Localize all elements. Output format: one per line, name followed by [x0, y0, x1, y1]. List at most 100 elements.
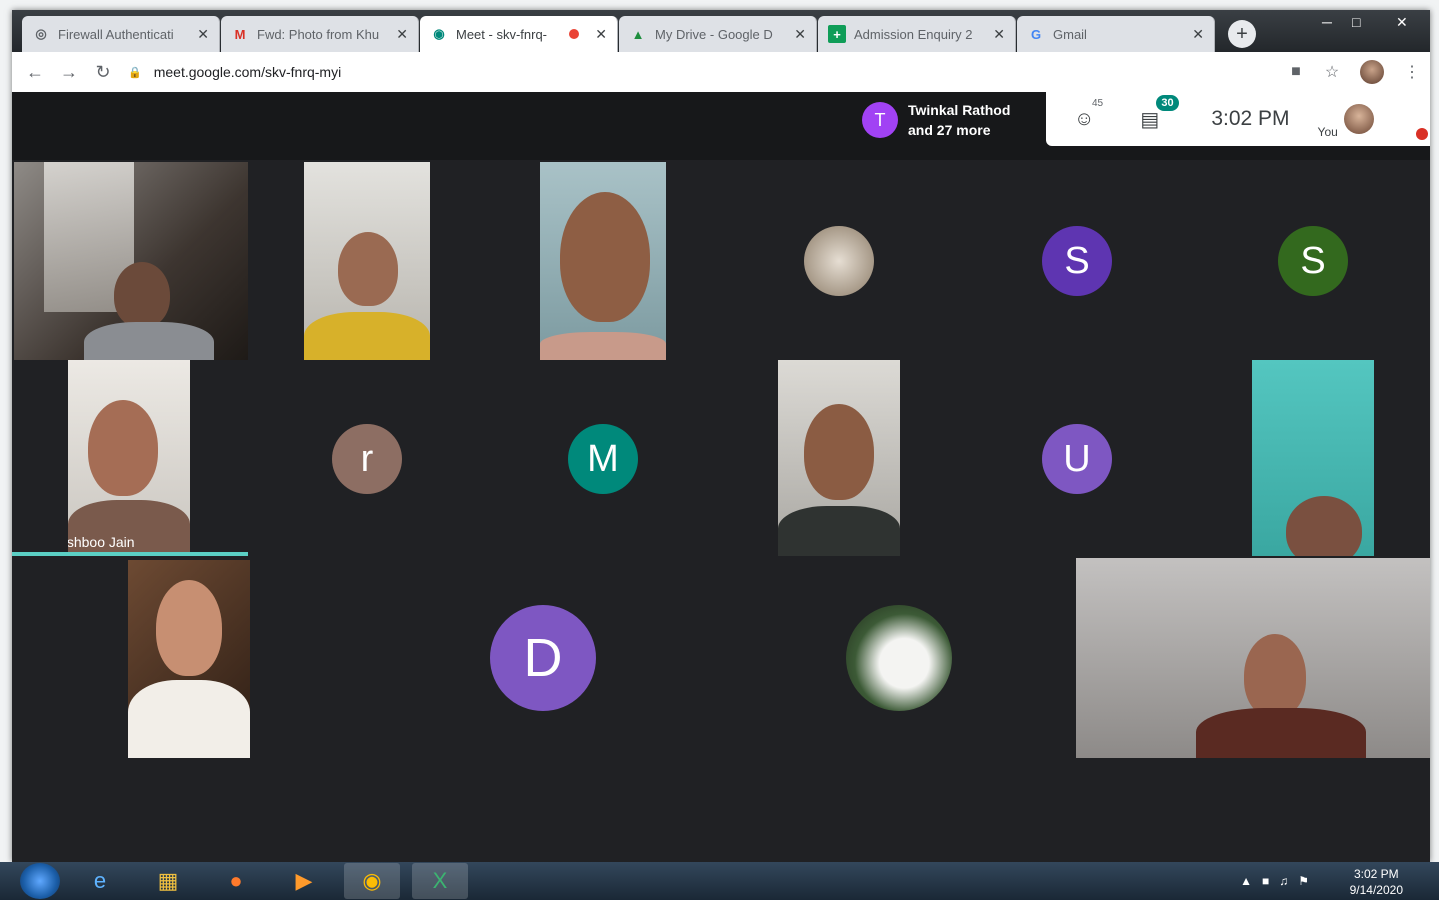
close-icon[interactable]: ✕	[396, 26, 408, 43]
participant-face	[338, 232, 398, 306]
close-icon[interactable]: ✕	[595, 26, 607, 43]
participant-photo-avatar[interactable]	[846, 605, 952, 711]
media-player-icon[interactable]: ▶	[276, 863, 332, 899]
chat-button[interactable]: ▤ 30	[1140, 94, 1179, 132]
reload-icon[interactable]: ↻	[86, 62, 120, 83]
maximize-button[interactable]: □	[1352, 14, 1360, 30]
menu-icon[interactable]: ⋮	[1394, 62, 1430, 82]
tab-firewall[interactable]: ◎ Firewall Authenticati ✕	[22, 16, 220, 52]
meeting-info-panel: ☺ 45 ▤ 30 3:02 PM You	[1046, 92, 1430, 146]
participant-body	[84, 322, 214, 360]
participant-body	[540, 332, 666, 360]
people-icon: ☺	[1074, 107, 1095, 130]
participant-video-tile[interactable]	[1076, 558, 1430, 758]
tab-label: Admission Enquiry 2	[854, 26, 973, 42]
participant-avatar[interactable]: S	[1042, 226, 1112, 296]
lock-icon: 🔒	[128, 66, 142, 79]
chat-count-badge: 30	[1156, 94, 1179, 111]
tab-gmail[interactable]: G Gmail ✕	[1017, 16, 1215, 52]
google-icon: G	[1030, 26, 1042, 42]
new-tab-button[interactable]: +	[1228, 20, 1256, 48]
tray-date: 9/14/2020	[1349, 883, 1403, 897]
tab-label: Meet - skv-fnrq-	[456, 26, 548, 42]
star-icon[interactable]: ☆	[1314, 62, 1350, 82]
sheets-icon: +	[828, 25, 846, 43]
minimize-button[interactable]: ─	[1322, 14, 1332, 30]
participant-face	[560, 192, 650, 322]
participant-face	[114, 262, 170, 328]
browser-toolbar: ← → ↻ 🔒 meet.google.com/skv-fnrq-myi ■ ☆…	[12, 52, 1430, 92]
close-icon[interactable]: ✕	[197, 26, 209, 43]
participants-count: 45	[1092, 97, 1104, 109]
tray-time: 3:02 PM	[1353, 867, 1399, 881]
tab-label: Firewall Authenticati	[58, 26, 174, 42]
speaker-name: Khushboo Jain	[68, 534, 135, 550]
participant-video-tile[interactable]: ||| Khushboo Jain	[68, 360, 190, 556]
browser-window: ◎ Firewall Authenticati ✕ M Fwd: Photo f…	[12, 10, 1430, 862]
presenter-info: T Twinkal Rathod and 27 more	[862, 100, 1010, 140]
participant-body	[778, 506, 900, 556]
participant-face	[1244, 634, 1306, 718]
meet-bottom-area	[12, 760, 1430, 862]
participant-video-tile[interactable]	[14, 162, 248, 360]
participant-body	[304, 312, 430, 360]
participant-video-tile[interactable]	[304, 162, 430, 360]
tab-strip: ◎ Firewall Authenticati ✕ M Fwd: Photo f…	[12, 10, 1430, 52]
start-button[interactable]	[20, 863, 60, 899]
gmail-icon: M	[234, 26, 246, 42]
globe-icon: ◎	[35, 26, 47, 41]
participant-face	[156, 580, 222, 676]
profile-avatar[interactable]	[1360, 60, 1384, 84]
tab-meet[interactable]: ◉ Meet - skv-fnrq- ✕	[420, 16, 618, 52]
meet-stage: T Twinkal Rathod and 27 more ☺ 45 ▤ 30 3…	[12, 92, 1430, 862]
participant-video-tile[interactable]	[778, 360, 900, 556]
recording-icon	[569, 29, 580, 39]
explorer-icon[interactable]: ▦	[140, 863, 196, 899]
self-avatar[interactable]	[1343, 104, 1374, 134]
windows-taskbar: e ▦ ● ▶ ◉ X ▲■♫⚑ 3:02 PM 9/14/2020	[0, 862, 1439, 900]
meet-icon: ◉	[433, 26, 445, 41]
close-icon[interactable]: ✕	[794, 26, 806, 43]
address-bar[interactable]: 🔒 meet.google.com/skv-fnrq-myi	[128, 57, 1278, 87]
ie-icon[interactable]: e	[72, 863, 128, 899]
presenter-avatar: T	[862, 102, 898, 138]
tab-drive[interactable]: ▲ My Drive - Google D ✕	[619, 16, 817, 52]
close-icon[interactable]: ✕	[993, 26, 1005, 43]
forward-icon[interactable]: →	[52, 62, 86, 83]
close-window-button[interactable]: ✕	[1396, 14, 1408, 31]
tab-gmail-fwd[interactable]: M Fwd: Photo from Khu ✕	[221, 16, 419, 52]
active-speaker-nameplate: ||| Khushboo Jain	[68, 534, 135, 550]
close-icon[interactable]: ✕	[1192, 26, 1204, 43]
url-text: meet.google.com/skv-fnrq-myi	[153, 64, 342, 80]
participant-face	[88, 400, 158, 496]
chrome-icon[interactable]: ◉	[344, 863, 400, 899]
presenter-name: Twinkal Rathod	[908, 102, 1011, 118]
participant-body	[1196, 708, 1366, 758]
participant-avatar[interactable]: r	[332, 424, 402, 494]
active-speaker-indicator	[12, 552, 248, 556]
tab-label: Fwd: Photo from Khu	[257, 26, 380, 42]
firefox-icon[interactable]: ●	[208, 863, 264, 899]
participant-avatar[interactable]: M	[568, 424, 638, 494]
participant-avatar[interactable]: S	[1278, 226, 1348, 296]
camera-icon[interactable]: ■	[1278, 63, 1314, 81]
participant-body	[128, 680, 250, 758]
tray-clock[interactable]: 3:02 PM 9/14/2020	[1350, 866, 1403, 898]
excel-icon[interactable]: X	[412, 863, 468, 899]
tab-sheets[interactable]: + Admission Enquiry 2 ✕	[818, 16, 1016, 52]
alert-dot	[1416, 128, 1428, 140]
chat-icon: ▤	[1140, 108, 1160, 131]
participant-video-tile[interactable]	[128, 560, 250, 758]
people-button[interactable]: ☺ 45	[1074, 98, 1103, 131]
participant-face	[804, 404, 874, 500]
participant-avatar[interactable]: D	[490, 605, 596, 711]
tab-label: Gmail	[1053, 26, 1087, 42]
participant-video-tile[interactable]	[1252, 360, 1374, 556]
you-label: You	[1317, 125, 1338, 139]
participant-photo-avatar[interactable]	[804, 226, 874, 296]
back-icon[interactable]: ←	[18, 62, 52, 83]
meeting-clock: 3:02 PM	[1211, 107, 1290, 130]
participant-video-tile[interactable]	[540, 162, 666, 360]
participant-avatar[interactable]: U	[1042, 424, 1112, 494]
tray-icons[interactable]: ▲■♫⚑	[1240, 874, 1319, 888]
